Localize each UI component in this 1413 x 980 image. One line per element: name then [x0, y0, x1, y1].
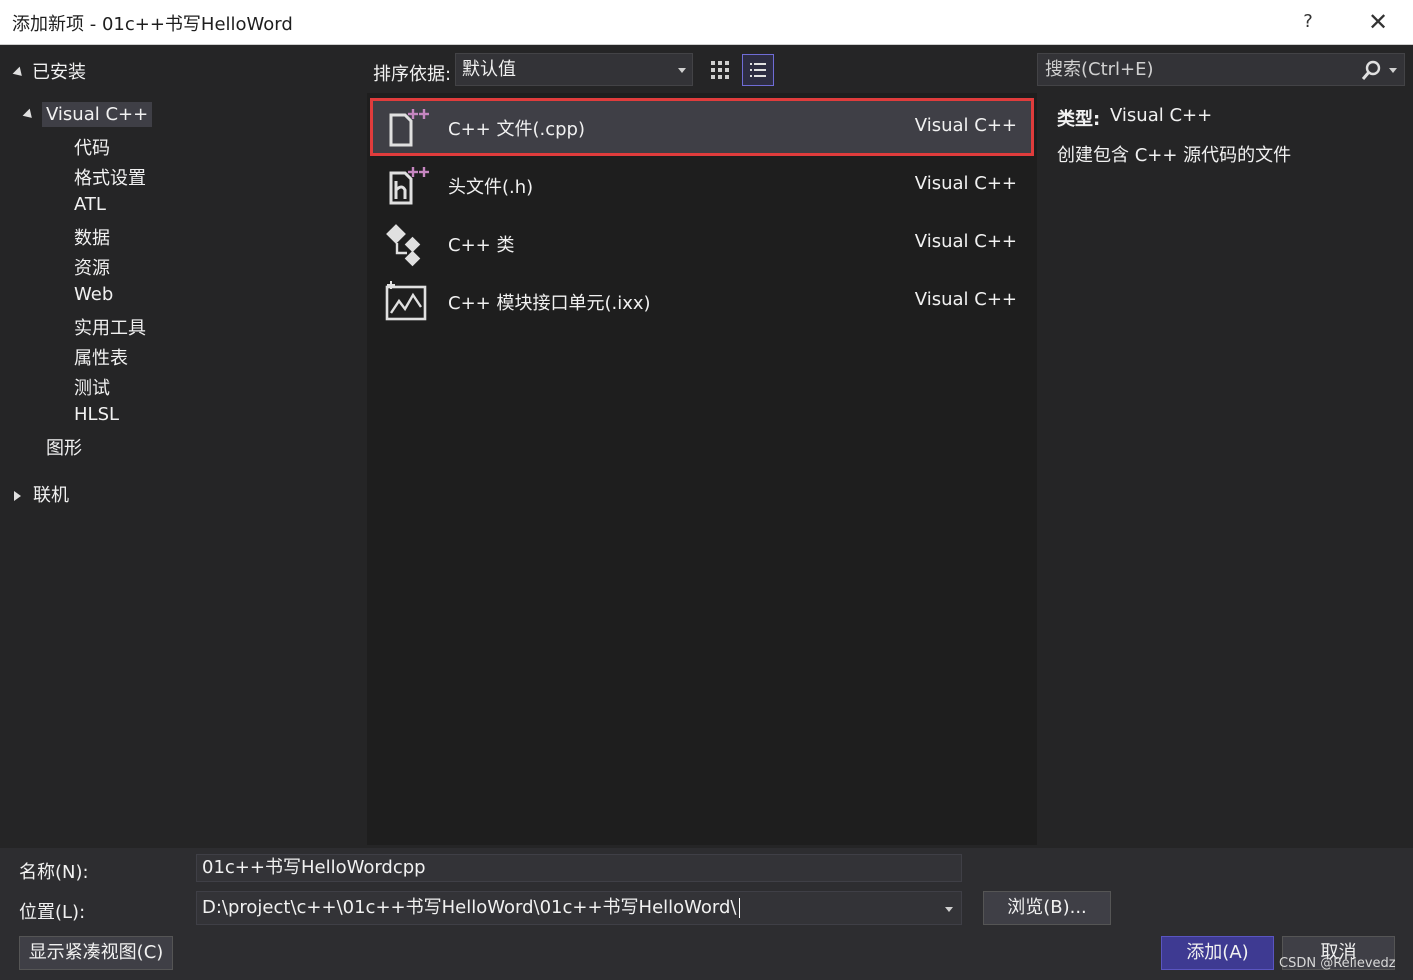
template-language: Visual C++: [914, 173, 1017, 194]
tree-node-property-sheets[interactable]: 属性表: [74, 344, 128, 370]
template-item-cpp-file[interactable]: C++ 文件(.cpp) Visual C++: [370, 98, 1034, 156]
list-view-icon: [750, 63, 766, 77]
location-field[interactable]: D:\project\c++\01c++书写HelloWord\01c++书写H…: [196, 891, 962, 925]
name-label: 名称(N):: [19, 862, 89, 883]
cpp-file-icon: [389, 109, 429, 147]
browse-button[interactable]: 浏览(B)...: [983, 891, 1111, 925]
location-label: 位置(L):: [19, 902, 86, 923]
compact-view-button[interactable]: 显示紧凑视图(C): [19, 936, 173, 970]
text-cursor: [738, 898, 740, 918]
window-title: 添加新项 - 01c++书写HelloWord: [12, 14, 293, 35]
chevron-down-icon[interactable]: [1389, 68, 1397, 73]
tree-node-graphics[interactable]: 图形: [46, 434, 82, 460]
template-item-module-interface[interactable]: C++ 模块接口单元(.ixx) Visual C++: [371, 273, 1033, 329]
watermark: CSDN @Relievedz: [1279, 956, 1396, 971]
type-label: 类型:: [1057, 109, 1101, 130]
tree-node-visual-cpp-label: Visual C++: [42, 102, 153, 127]
template-name: 头文件(.h): [448, 177, 534, 198]
grid-view-button[interactable]: [704, 54, 736, 86]
sort-label: 排序依据:: [373, 64, 452, 85]
template-name: C++ 文件(.cpp): [448, 119, 585, 140]
tree-node-web[interactable]: Web: [74, 284, 113, 305]
module-interface-icon: [385, 281, 427, 321]
close-button[interactable]: ✕: [1358, 6, 1398, 38]
template-language: Visual C++: [914, 115, 1017, 136]
name-field[interactable]: 01c++书写HelloWordcpp: [196, 854, 962, 882]
chevron-down-icon: [678, 68, 686, 73]
chevron-down-icon[interactable]: [945, 907, 953, 912]
list-view-button[interactable]: [742, 54, 774, 86]
title-bar: 添加新项 - 01c++书写HelloWord ? ✕: [0, 0, 1413, 45]
type-value: Visual C++: [1110, 105, 1213, 126]
tree-node-formatting[interactable]: 格式设置: [74, 164, 146, 190]
category-tree: 已安装 Visual C++ 代码 格式设置 ATL 数据 资源 Web 实用工…: [0, 45, 367, 848]
search-placeholder: 搜索(Ctrl+E): [1045, 59, 1154, 80]
tree-node-installed[interactable]: 已安装: [12, 58, 86, 84]
tree-node-visual-cpp[interactable]: Visual C++: [22, 102, 153, 127]
expanded-arrow-icon[interactable]: [22, 108, 36, 122]
template-item-header-file[interactable]: 头文件(.h) Visual C++: [371, 157, 1033, 213]
expanded-arrow-icon[interactable]: [12, 66, 26, 80]
template-language: Visual C++: [914, 289, 1017, 310]
tree-node-test[interactable]: 测试: [74, 374, 110, 400]
location-field-value: D:\project\c++\01c++书写HelloWord\01c++书写H…: [202, 897, 737, 918]
search-icon[interactable]: [1360, 60, 1382, 82]
collapsed-arrow-icon[interactable]: [14, 491, 21, 501]
tree-node-hlsl[interactable]: HLSL: [74, 404, 119, 425]
details-pane: 类型: Visual C++ 创建包含 C++ 源代码的文件: [1037, 93, 1413, 848]
template-name: C++ 类: [448, 235, 515, 256]
template-name: C++ 模块接口单元(.ixx): [448, 293, 651, 314]
template-description: 创建包含 C++ 源代码的文件: [1057, 145, 1292, 166]
template-language: Visual C++: [914, 231, 1017, 252]
tree-node-code[interactable]: 代码: [74, 134, 110, 160]
name-field-value: 01c++书写HelloWordcpp: [202, 857, 426, 878]
tree-node-data[interactable]: 数据: [74, 224, 110, 250]
header-file-icon: [389, 167, 429, 205]
tree-node-resources[interactable]: 资源: [74, 254, 110, 280]
template-list: C++ 文件(.cpp) Visual C++ 头文件(.h) Visual C…: [367, 93, 1037, 845]
search-input[interactable]: 搜索(Ctrl+E): [1037, 53, 1405, 86]
tree-node-atl[interactable]: ATL: [74, 194, 106, 215]
grid-view-icon: [711, 61, 729, 79]
sort-dropdown-value: 默认值: [462, 59, 516, 80]
help-button[interactable]: ?: [1288, 6, 1328, 38]
tree-node-online[interactable]: 联机: [14, 481, 69, 507]
add-button[interactable]: 添加(A): [1161, 936, 1274, 970]
tree-node-utility[interactable]: 实用工具: [74, 314, 146, 340]
template-item-cpp-class[interactable]: C++ 类 Visual C++: [371, 215, 1033, 271]
sort-dropdown[interactable]: 默认值: [455, 53, 693, 86]
cpp-class-icon: [386, 224, 421, 267]
